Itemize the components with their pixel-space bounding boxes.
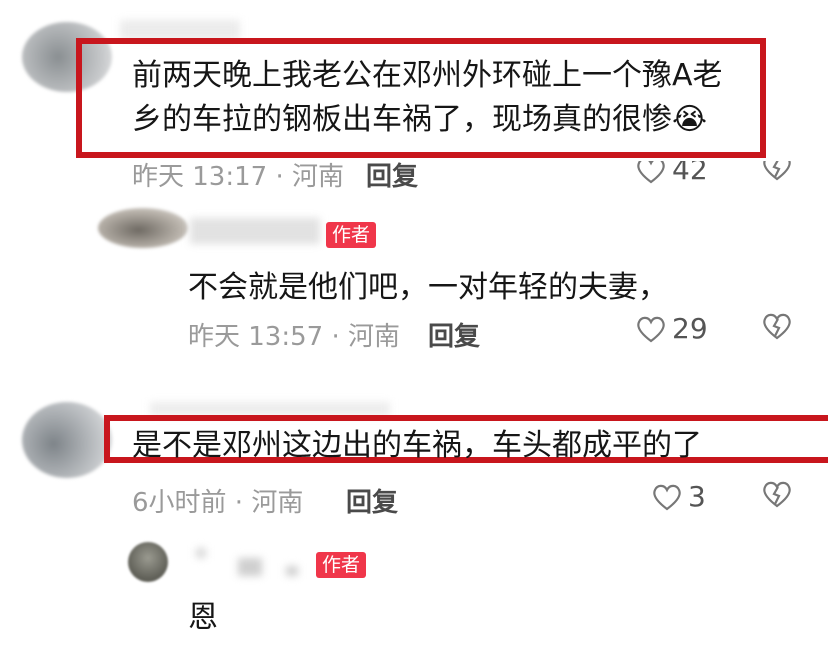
comment-meta: 6小时前 · 河南 [132,488,304,518]
comment-text-line2: 乡的车拉的钢板出车祸了，现场真的很惨😭 [132,102,708,137]
username[interactable] [150,402,390,416]
author-badge: 作者 [316,552,367,578]
reply-avatar[interactable] [98,208,188,248]
username[interactable] [120,20,240,40]
comment-text-line1: 前两天晚上我老公在邓州外环碰上一个豫A老 [132,58,723,93]
like-count: 29 [672,312,708,345]
dislike-heart-icon[interactable] [762,312,792,340]
reply-username[interactable] [286,566,298,576]
reply-username[interactable] [190,218,320,244]
reply-button[interactable]: 回复 [366,162,418,193]
heart-icon [652,483,682,511]
reply-username[interactable] [238,558,262,576]
comment-text: 是不是邓州这边出的车祸，车头都成平的了 [132,428,702,458]
reply-text: 不会就是他们吧，一对年轻的夫妻， [188,270,668,305]
reply-button[interactable]: 回复 [428,316,480,353]
heart-icon [636,161,666,184]
dislike-heart-icon[interactable] [762,161,792,181]
like-button[interactable]: 29 [636,312,708,345]
reply-username[interactable] [196,548,206,558]
avatar[interactable] [22,402,112,478]
like-count: 3 [688,480,706,513]
author-badge: 作者 [326,222,377,248]
reply-meta: 昨天 13:57 · 河南 [188,322,400,352]
reply-button[interactable]: 回复 [346,482,398,519]
heart-icon [636,315,666,343]
dislike-heart-icon[interactable] [762,480,792,508]
comment-meta: 昨天 13:17 · 河南 [132,162,344,192]
like-button[interactable]: 3 [652,480,706,513]
reply-avatar[interactable] [128,542,168,582]
reply-text: 恩 [188,600,218,635]
